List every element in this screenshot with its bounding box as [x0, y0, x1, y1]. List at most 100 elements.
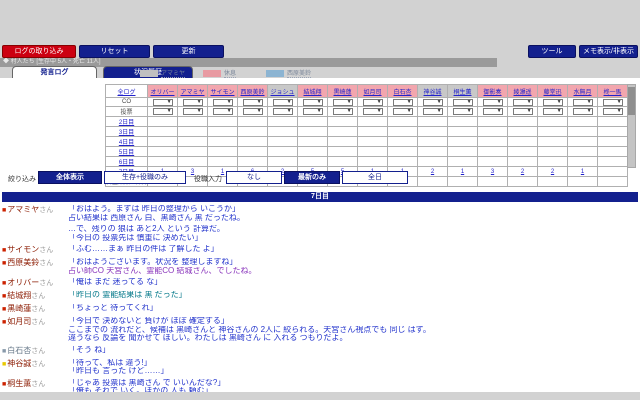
- co-select[interactable]: ▼: [572, 98, 593, 106]
- vote-select[interactable]: ▼: [332, 108, 353, 115]
- player-name-link[interactable]: 綾瀬遥: [514, 90, 532, 96]
- day-link[interactable]: 5日目: [119, 150, 134, 156]
- speech-count-link[interactable]: 2: [551, 169, 554, 175]
- player-name-link[interactable]: 白石杏: [394, 90, 412, 96]
- speaker-bullet-icon: ■: [2, 280, 7, 287]
- co-select[interactable]: ▼: [482, 98, 503, 106]
- co-select[interactable]: ▼: [602, 98, 623, 106]
- table-scrollbar[interactable]: [627, 84, 636, 168]
- vote-select[interactable]: ▼: [452, 108, 473, 115]
- player-name-link[interactable]: アマミヤ: [181, 90, 205, 96]
- player-name-link[interactable]: ジョシュ: [271, 90, 295, 96]
- vote-select[interactable]: ▼: [482, 108, 503, 115]
- speech-count-link[interactable]: 1: [461, 169, 464, 175]
- co-select[interactable]: ▼: [332, 98, 353, 106]
- speech-count-link[interactable]: 2: [431, 169, 434, 175]
- vote-select[interactable]: ▼: [212, 108, 233, 115]
- legend-swatch-blue: [266, 69, 284, 77]
- vote-select[interactable]: ▼: [392, 108, 413, 115]
- vote-select[interactable]: ▼: [152, 108, 173, 115]
- speaker-suffix: さん: [31, 293, 46, 300]
- co-select[interactable]: ▼: [302, 98, 323, 106]
- filter-alive-only-button[interactable]: 生存+役職のみ: [104, 171, 186, 184]
- vote-select[interactable]: ▼: [272, 108, 293, 115]
- speaker-suffix: さん: [39, 207, 54, 214]
- player-name-link[interactable]: 御影奏: [484, 90, 502, 96]
- log-entry: ■オリバーさん 「俺は まだ 迷ってる な」: [2, 278, 638, 288]
- vote-select[interactable]: ▼: [362, 108, 383, 115]
- co-select[interactable]: ▼: [152, 98, 173, 106]
- player-name-link[interactable]: 桐生薫: [454, 90, 472, 96]
- filter-show-all-button[interactable]: 全体表示: [38, 171, 102, 184]
- speech-count-link[interactable]: 1: [581, 169, 584, 175]
- vote-select[interactable]: ▼: [242, 108, 263, 115]
- co-select[interactable]: ▼: [512, 98, 533, 106]
- log-import-button[interactable]: ログの取り込み: [2, 45, 76, 58]
- speaker-name-text: オリバー: [7, 278, 40, 287]
- tab-speech-log[interactable]: 発言ログ: [12, 66, 97, 78]
- message-line: 「待って、私は 違う!」: [68, 358, 152, 367]
- message-block: 「俺は まだ 迷ってる な」: [68, 278, 638, 288]
- legend-swatch-pink: [203, 69, 221, 77]
- log-entry: ■サイモンさん 「ふむ……まぁ 昨日の件は 了解した よ」: [2, 245, 638, 255]
- vote-select[interactable]: ▼: [302, 108, 323, 115]
- chevron-down-icon: ▼: [226, 98, 232, 105]
- co-select[interactable]: ▼: [212, 98, 233, 106]
- co-select[interactable]: ▼: [422, 98, 443, 106]
- player-name-link[interactable]: 如月司: [364, 90, 382, 96]
- player-name-link[interactable]: オリバー: [151, 90, 175, 96]
- message-line: 「ふむ……まぁ 昨日の件は 了解した よ」: [68, 245, 219, 253]
- role-all-day-button[interactable]: 全日: [342, 171, 408, 184]
- vote-select[interactable]: ▼: [542, 108, 563, 115]
- speaker-name-text: 黒崎蓮: [7, 304, 32, 313]
- chevron-down-icon: ▼: [346, 108, 352, 114]
- co-select[interactable]: ▼: [272, 98, 293, 106]
- player-name-link[interactable]: 水無月: [574, 90, 592, 96]
- vote-select[interactable]: ▼: [602, 108, 623, 115]
- speaker-bullet-icon: ■: [2, 260, 7, 267]
- co-select[interactable]: ▼: [452, 98, 473, 106]
- co-select[interactable]: ▼: [392, 98, 413, 106]
- speech-count-link[interactable]: 3: [491, 169, 494, 175]
- player-column-header: 綾瀬遥: [507, 84, 539, 98]
- co-row-label: CO: [104, 97, 149, 107]
- speaker-name-text: 神谷誠: [7, 358, 32, 368]
- day-link[interactable]: 6日目: [119, 160, 134, 166]
- co-select[interactable]: ▼: [542, 98, 563, 106]
- chevron-down-icon: ▼: [196, 98, 202, 105]
- player-name-link[interactable]: 藤堂迅: [544, 90, 562, 96]
- message-line: 占い師CO 天宮さん、霊能CO 結城さん、でしたね。: [68, 266, 257, 275]
- day-link[interactable]: 4日目: [119, 140, 134, 146]
- reset-button[interactable]: リセット: [79, 45, 150, 58]
- tools-button[interactable]: ツール: [528, 45, 576, 58]
- table-scrollbar-thumb[interactable]: [628, 87, 635, 115]
- speaker-name-text: 桐生薫: [7, 378, 32, 388]
- day-link[interactable]: 3日目: [119, 130, 134, 136]
- log-entry: ■黒崎蓮さん 「ちょっと 待ってくれ」: [2, 304, 638, 314]
- update-button[interactable]: 更新: [153, 45, 224, 58]
- co-select[interactable]: ▼: [242, 98, 263, 106]
- player-name-link[interactable]: 結城翔: [304, 90, 322, 96]
- player-name-link[interactable]: サイモン: [211, 90, 235, 96]
- vote-select[interactable]: ▼: [422, 108, 443, 115]
- message-line: 占い結果は 西原さん 白、黒崎さん 黒 だったね。: [68, 213, 245, 222]
- day-link[interactable]: 2日目: [119, 120, 134, 126]
- message-line: 「今日の 投票先は 慎重に 決めたい」: [68, 233, 203, 242]
- vote-select[interactable]: ▼: [572, 108, 593, 115]
- co-select[interactable]: ▼: [362, 98, 383, 106]
- role-latest-button[interactable]: 最新のみ: [284, 171, 340, 184]
- player-name-link[interactable]: 黒崎蓮: [334, 90, 352, 96]
- vote-select[interactable]: ▼: [182, 108, 203, 115]
- player-column-header: 結城翔: [297, 84, 329, 98]
- co-select[interactable]: ▼: [182, 98, 203, 106]
- player-name-link[interactable]: 西原美鈴: [241, 90, 265, 96]
- player-name-link[interactable]: 神谷誠: [424, 90, 442, 96]
- player-name-link[interactable]: 柊一馬: [604, 90, 622, 96]
- role-none-button[interactable]: なし: [226, 171, 282, 184]
- vote-select[interactable]: ▼: [512, 108, 533, 115]
- role-input-label: 役職入力: [194, 176, 222, 183]
- memo-toggle-button[interactable]: メモ表示/非表示: [579, 45, 638, 58]
- speech-count-link[interactable]: 2: [521, 169, 524, 175]
- all-log-link[interactable]: 全ログ: [118, 90, 136, 96]
- chevron-down-icon: ▼: [376, 108, 382, 114]
